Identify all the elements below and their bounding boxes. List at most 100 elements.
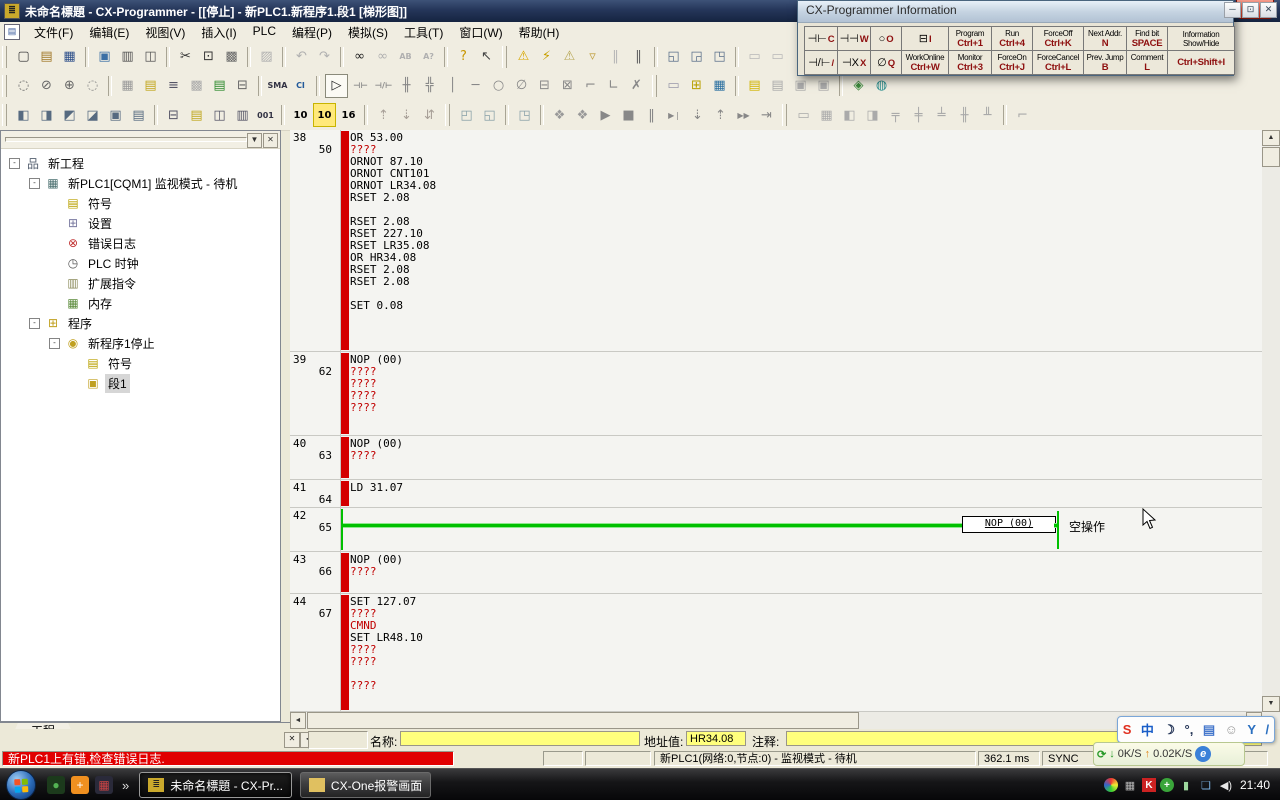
binary-view-icon[interactable]: 001: [255, 104, 276, 126]
tree-item-settings[interactable]: ⊞设置: [1, 213, 280, 233]
toolbar-grip[interactable]: [2, 46, 7, 68]
rung-40[interactable]: 4063NOP (00)????: [290, 436, 1262, 480]
menu-help[interactable]: 帮助(H): [511, 22, 568, 43]
skin-shirt-icon[interactable]: Y: [1247, 722, 1256, 737]
chinese-mode-icon[interactable]: 中: [1141, 720, 1154, 739]
tree-close-button[interactable]: ✕: [263, 133, 278, 148]
menu-insert[interactable]: 插入(I): [193, 22, 244, 43]
zoom-in-icon[interactable]: ⊕: [59, 75, 80, 97]
tree-item-memory[interactable]: ▦内存: [1, 293, 280, 313]
toolbar-grip[interactable]: [652, 75, 657, 97]
toolbar-grip[interactable]: [445, 104, 450, 126]
tree-item-symbols[interactable]: ▤符号: [1, 193, 280, 213]
open-file-icon[interactable]: ▤: [36, 46, 57, 68]
new-file-icon[interactable]: ▢: [13, 46, 34, 68]
tray-360-safe-icon[interactable]: +: [1160, 778, 1174, 792]
settings-wrench-icon[interactable]: /: [1266, 722, 1270, 737]
monitor-decimal-icon[interactable]: 10: [290, 104, 311, 126]
tree-item-plc-clock[interactable]: ◷PLC 时钟: [1, 253, 280, 273]
dialog-view-icon[interactable]: ◫: [209, 104, 230, 126]
window-transfer-icon[interactable]: ◲: [686, 46, 707, 68]
help-icon[interactable]: ?: [453, 46, 474, 68]
soft-keyboard-icon[interactable]: ▤: [1203, 722, 1215, 738]
quicklaunch-launcher-icon[interactable]: ▦: [95, 776, 113, 794]
rung-42[interactable]: 4265NOP (00)空操作: [290, 508, 1262, 552]
address-field[interactable]: HR34.08: [686, 731, 746, 746]
online-edit-icon[interactable]: ⚡: [536, 46, 557, 68]
horizontal-scroll-thumb[interactable]: [307, 712, 859, 729]
menu-window[interactable]: 窗口(W): [451, 22, 510, 43]
toolbar-grip[interactable]: [782, 104, 787, 126]
show-ci-icon[interactable]: CI: [290, 75, 311, 97]
show-addresses-icon[interactable]: ▤: [209, 75, 230, 97]
zoom-cut-icon[interactable]: ⊘: [36, 75, 57, 97]
address-bar-close-button[interactable]: ✕: [284, 732, 300, 748]
show-comments-icon[interactable]: ▤: [140, 75, 161, 97]
sogou-logo-icon[interactable]: S: [1123, 722, 1132, 737]
show-grid-icon[interactable]: ▦: [117, 75, 138, 97]
ladder-vertical-scrollbar[interactable]: ▲ ▼: [1262, 130, 1280, 712]
start-button[interactable]: [6, 770, 36, 800]
output-view-icon[interactable]: ▥: [232, 104, 253, 126]
toolbar-grip[interactable]: [2, 75, 7, 97]
expand-box[interactable]: -: [9, 158, 20, 169]
task-cx-one-alarm[interactable]: CX-One报警画面: [300, 772, 431, 798]
mdi-restore[interactable]: ⊡: [1242, 2, 1259, 18]
menu-file[interactable]: 文件(F): [26, 22, 81, 43]
menu-program[interactable]: 编程(P): [284, 22, 340, 43]
tree-item-programs[interactable]: -⊞程序: [1, 313, 280, 333]
mdi-minimize[interactable]: ─: [1224, 2, 1241, 18]
monitor-hex-icon[interactable]: 16: [338, 104, 359, 126]
show-levels-icon[interactable]: ⊟: [232, 75, 253, 97]
zoom-select-icon[interactable]: ◌: [13, 75, 34, 97]
tray-kaspersky-icon[interactable]: K: [1142, 778, 1156, 792]
print-preview-icon[interactable]: ◫: [140, 46, 161, 68]
ladder-editor[interactable]: 3850OR 53.00????ORNOT 87.10ORNOT CNT101O…: [290, 130, 1262, 712]
compile-report-icon[interactable]: ⚠: [559, 46, 580, 68]
nop-instruction-box[interactable]: NOP (00): [962, 516, 1056, 533]
tree-item-expansion-instructions[interactable]: ▥扩展指令: [1, 273, 280, 293]
rung-43[interactable]: 4366NOP (00)????: [290, 552, 1262, 594]
tree-panel-grip[interactable]: [5, 137, 247, 142]
expand-box[interactable]: -: [29, 318, 40, 329]
data-trace-icon[interactable]: ▿: [582, 46, 603, 68]
cross-reference-icon[interactable]: ⊟: [163, 104, 184, 126]
compile-all-programs-icon[interactable]: ⊞: [686, 75, 707, 97]
rung-44[interactable]: 4467SET 127.07????CMNDSET LR48.10???????…: [290, 594, 1262, 712]
io-comment-view-icon[interactable]: ▦: [709, 75, 730, 97]
tray-network-monitors-icon[interactable]: ❏: [1198, 777, 1214, 793]
cx-information-window[interactable]: CX-Programmer Information ⊣⊢C⊣⊣W○O⊟IProg…: [797, 0, 1234, 76]
toolbar-grip[interactable]: [502, 46, 507, 68]
tree-dropdown-button[interactable]: ▼: [247, 133, 262, 148]
symbol-view-icon[interactable]: ◩: [59, 104, 80, 126]
menu-simulation[interactable]: 模拟(S): [340, 22, 396, 43]
window-check-icon[interactable]: ◱: [663, 46, 684, 68]
properties-view-icon[interactable]: ▤: [128, 104, 149, 126]
mnemonic-view-icon[interactable]: ◨: [36, 104, 57, 126]
watch-window-icon[interactable]: ◍: [871, 75, 892, 97]
tray-input-keyboard-icon[interactable]: ▦: [1122, 777, 1138, 793]
copy-icon[interactable]: ⊡: [198, 46, 219, 68]
find-view-icon[interactable]: ◪: [82, 104, 103, 126]
cut-icon[interactable]: ✂: [175, 46, 196, 68]
save-file-icon[interactable]: ▦: [59, 46, 80, 68]
menu-tools[interactable]: 工具(T): [396, 22, 451, 43]
rung-41[interactable]: 4164LD 31.07: [290, 480, 1262, 508]
quicklaunch-messenger-icon[interactable]: ●: [47, 776, 65, 794]
zoom-out-icon[interactable]: ◌: [82, 75, 103, 97]
find-icon[interactable]: ∞: [349, 46, 370, 68]
menu-edit[interactable]: 编辑(E): [81, 22, 137, 43]
tree-item-error-log[interactable]: ⊗错误日志: [1, 233, 280, 253]
context-help-icon[interactable]: ↖: [476, 46, 497, 68]
plain-view-icon[interactable]: ▣: [105, 104, 126, 126]
check-options-icon[interactable]: ▣: [94, 46, 115, 68]
tree-item-plc-node[interactable]: -▦新PLC1[CQM1] 监视模式 - 待机: [1, 173, 280, 193]
menu-view[interactable]: 视图(V): [137, 22, 193, 43]
name-field[interactable]: [400, 731, 640, 746]
browser-icon[interactable]: e: [1195, 746, 1211, 762]
tree-item-program-1[interactable]: -◉新程序1停止: [1, 333, 280, 353]
expand-box[interactable]: -: [29, 178, 40, 189]
scroll-left-button[interactable]: ◄: [290, 712, 306, 729]
task-cx-programmer[interactable]: ≣未命名標題 - CX-Pr...: [139, 772, 292, 798]
show-rung-list-icon[interactable]: ≡: [163, 75, 184, 97]
